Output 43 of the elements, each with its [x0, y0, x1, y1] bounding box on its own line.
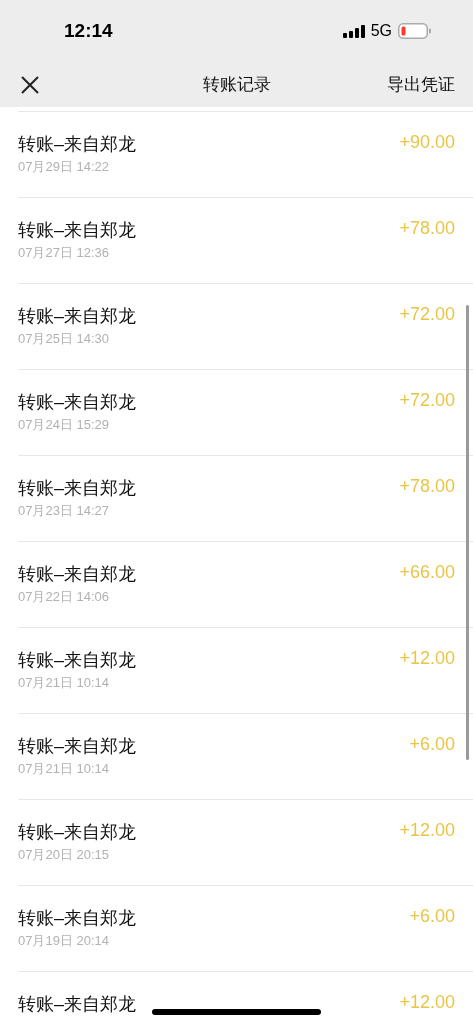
export-button[interactable]: 导出凭证 — [387, 73, 455, 96]
record-title: 转账–来自郑龙 — [18, 821, 136, 844]
record-time: 07月24日 15:29 — [18, 416, 111, 434]
battery-icon — [398, 23, 431, 39]
record-title: 转账–来自郑龙 — [18, 993, 136, 1016]
record-title: 转账–来自郑龙 — [18, 305, 136, 328]
record-title: 转账–来自郑龙 — [18, 907, 136, 930]
record-title: 转账–来自郑龙 — [18, 219, 136, 242]
record-amount: +78.00 — [399, 475, 455, 498]
record-amount: +90.00 — [399, 131, 455, 154]
record-amount: +66.00 — [399, 561, 455, 584]
transfer-record[interactable]: 转账–来自郑龙 07月19日 20:14 +6.00 — [18, 885, 473, 971]
record-amount: +12.00 — [399, 991, 455, 1014]
record-amount: +6.00 — [409, 733, 455, 756]
transfer-record[interactable]: 转账–来自郑龙 07月20日 20:15 +12.00 — [18, 799, 473, 885]
record-time: 07月21日 10:14 — [18, 760, 111, 778]
record-time: 07月19日 20:14 — [18, 932, 111, 950]
record-title: 转账–来自郑龙 — [18, 735, 136, 758]
close-button[interactable] — [20, 74, 40, 95]
record-time: 07月29日 14:22 — [18, 158, 111, 176]
record-amount: +78.00 — [399, 217, 455, 240]
record-amount: +12.00 — [399, 819, 455, 842]
record-title: 转账–来自郑龙 — [18, 563, 136, 586]
record-amount: +12.00 — [399, 647, 455, 670]
network-label: 5G — [370, 22, 392, 40]
signal-icon — [342, 24, 365, 38]
status-time: 12:14 — [64, 20, 113, 42]
transfer-record[interactable]: 转账–来自郑龙 07月27日 12:36 +78.00 — [18, 197, 473, 283]
page-title: 转账记录 — [202, 74, 271, 96]
record-time: 07月25日 14:30 — [18, 330, 111, 348]
record-time: 07月27日 12:36 — [18, 244, 111, 262]
transfer-record[interactable]: 转账–来自郑龙 07月29日 14:22 +90.00 — [18, 111, 473, 197]
record-title: 转账–来自郑龙 — [18, 391, 136, 414]
record-title: 转账–来自郑龙 — [18, 649, 136, 672]
record-time: 07月20日 20:15 — [18, 846, 111, 864]
record-time: 07月23日 14:27 — [18, 502, 111, 520]
record-title: 转账–来自郑龙 — [18, 133, 136, 156]
record-amount: +72.00 — [399, 389, 455, 412]
record-time: 07月21日 10:14 — [18, 674, 111, 692]
record-title: 转账–来自郑龙 — [18, 477, 136, 500]
record-time: 07月22日 14:06 — [18, 588, 111, 606]
record-amount: +6.00 — [409, 905, 455, 928]
record-amount: +72.00 — [399, 303, 455, 326]
